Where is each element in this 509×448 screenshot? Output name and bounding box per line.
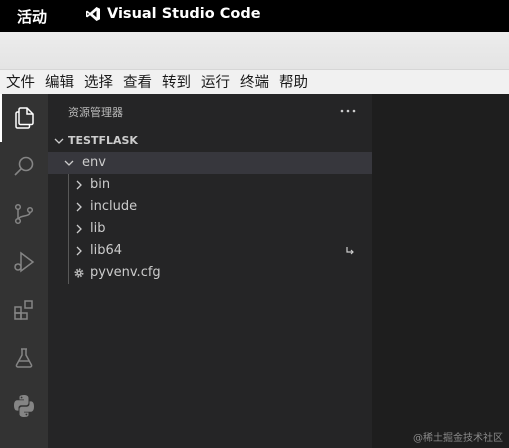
chevron-right-icon <box>76 180 82 190</box>
window-title-bar[interactable] <box>0 32 509 70</box>
python-icon[interactable] <box>0 382 48 430</box>
menu-help[interactable]: 帮助 <box>279 72 308 93</box>
tree-item-bin[interactable]: bin <box>48 174 372 196</box>
workspace-title: TESTFLASK <box>68 134 138 147</box>
sidebar-header: 资源管理器 <box>48 94 372 130</box>
chevron-right-icon <box>76 224 82 234</box>
menu-go[interactable]: 转到 <box>162 72 191 93</box>
ellipsis-icon[interactable] <box>338 102 358 120</box>
search-icon[interactable] <box>0 142 48 190</box>
tree-item-label: include <box>90 199 138 214</box>
menu-edit[interactable]: 编辑 <box>45 72 74 93</box>
run-debug-icon[interactable] <box>0 238 48 286</box>
explorer-icon[interactable] <box>0 94 48 142</box>
app-name: Visual Studio Code <box>107 6 261 22</box>
symlink-icon <box>346 247 354 255</box>
menu-selection[interactable]: 选择 <box>84 72 113 93</box>
activity-bar <box>0 94 48 448</box>
tree-item-label: env <box>82 155 106 170</box>
menu-file[interactable]: 文件 <box>6 72 35 93</box>
editor-area[interactable]: @稀土掘金技术社区 <box>372 94 509 448</box>
testing-icon[interactable] <box>0 334 48 382</box>
menu-terminal[interactable]: 终端 <box>240 72 269 93</box>
chevron-down-icon <box>64 160 74 166</box>
tree-item-include[interactable]: include <box>48 196 372 218</box>
activities-button[interactable]: 活动 <box>17 6 47 27</box>
tree-item-label: pyvenv.cfg <box>90 265 161 280</box>
tree-item-pyvenv-cfg[interactable]: pyvenv.cfg <box>48 262 372 284</box>
tree-item-label: lib64 <box>90 243 123 258</box>
menu-run[interactable]: 运行 <box>201 72 230 93</box>
tree-item-label: lib <box>90 221 106 236</box>
chevron-right-icon <box>76 202 82 212</box>
gear-icon <box>74 268 84 278</box>
menu-view[interactable]: 查看 <box>123 72 152 93</box>
menu-bar: 文件 编辑 选择 查看 转到 运行 终端 帮助 <box>0 70 509 94</box>
explorer-sidebar: 资源管理器 TESTFLASK env bin include lib lib6… <box>48 94 372 448</box>
chevron-down-icon <box>54 138 64 144</box>
tree-item-label: bin <box>90 177 111 192</box>
tree-item-lib[interactable]: lib <box>48 218 372 240</box>
source-control-icon[interactable] <box>0 190 48 238</box>
system-top-bar: 活动 Visual Studio Code <box>0 0 509 32</box>
tree-item-env[interactable]: env <box>48 152 372 174</box>
app-menu-indicator[interactable]: Visual Studio Code <box>85 6 261 22</box>
chevron-right-icon <box>76 246 82 256</box>
vscode-icon <box>86 7 100 21</box>
watermark: @稀土掘金技术社区 <box>413 433 503 444</box>
tree-item-lib64[interactable]: lib64 <box>48 240 372 262</box>
extensions-icon[interactable] <box>0 286 48 334</box>
workspace-section-header[interactable]: TESTFLASK <box>48 130 372 152</box>
sidebar-title: 资源管理器 <box>68 106 123 119</box>
